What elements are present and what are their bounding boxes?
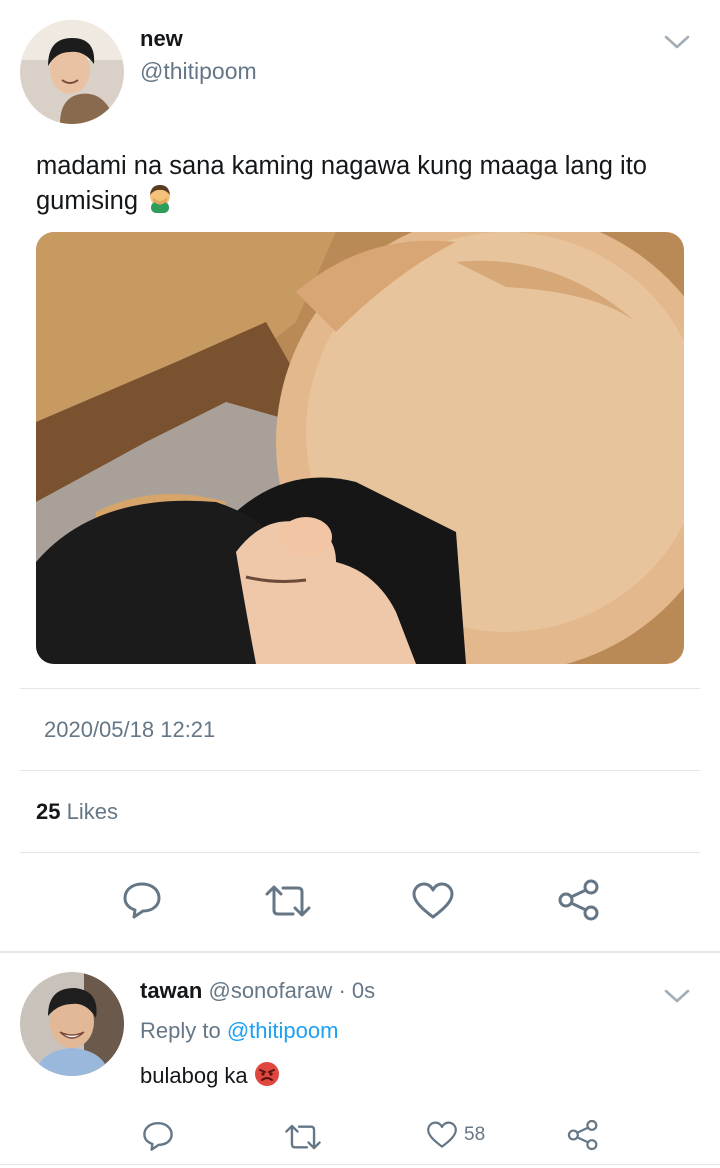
- retweet-button[interactable]: [263, 882, 313, 920]
- reply-retweet-button[interactable]: [283, 1122, 323, 1152]
- reply-author-handle[interactable]: @sonofaraw: [208, 978, 332, 1003]
- bottom-separator: [0, 1164, 720, 1165]
- divider: [20, 770, 700, 771]
- reply-author-name[interactable]: tawan: [140, 978, 202, 1003]
- chevron-down-icon[interactable]: [662, 32, 692, 57]
- man-facepalming-emoji: [145, 183, 175, 222]
- reply-like-button[interactable]: 58: [426, 1121, 485, 1149]
- likes-label: Likes: [66, 799, 118, 824]
- reply-text-content: bulabog ka: [140, 1062, 248, 1088]
- like-button[interactable]: [411, 882, 455, 920]
- reply-context: Reply to @thitipoom: [140, 1018, 338, 1044]
- reply-prefix: Reply to: [140, 1018, 221, 1043]
- reply-like-count: 58: [464, 1124, 486, 1145]
- reply-icon: [123, 882, 161, 919]
- reply-avatar[interactable]: [20, 972, 124, 1076]
- reply-reply-button[interactable]: [141, 1120, 175, 1152]
- author-name[interactable]: new: [140, 26, 183, 52]
- share-icon: [567, 1119, 598, 1151]
- divider: [20, 688, 700, 689]
- author-handle[interactable]: @thitipoom: [140, 58, 257, 85]
- reply-age: · 0s: [338, 978, 376, 1003]
- reply-icon: [143, 1122, 173, 1151]
- section-separator: [0, 951, 720, 953]
- retweet-icon: [265, 885, 311, 917]
- angry-face-emoji: [254, 1061, 280, 1093]
- reply-target-link[interactable]: @thitipoom: [227, 1018, 339, 1043]
- reply-button[interactable]: [121, 880, 163, 920]
- likes-number: 25: [36, 799, 61, 824]
- likes-count[interactable]: 25 Likes: [36, 799, 118, 825]
- heart-icon: [427, 1121, 457, 1148]
- heart-icon: [412, 882, 454, 919]
- tweet-text: madami na sana kaming nagawa kung maaga …: [36, 150, 696, 222]
- reply-text: bulabog ka: [140, 1061, 280, 1093]
- chevron-down-icon[interactable]: [662, 986, 692, 1011]
- main-tweet: new @thitipoom madami na sana kaming nag…: [0, 0, 720, 952]
- avatar[interactable]: [20, 20, 124, 124]
- tweet-photo[interactable]: [36, 232, 684, 664]
- retweet-icon: [285, 1124, 321, 1150]
- share-button[interactable]: [556, 878, 602, 922]
- tweet-timestamp: 2020/05/18 12:21: [44, 717, 216, 742]
- reply-author[interactable]: tawan @sonofaraw · 0s: [140, 978, 375, 1004]
- divider: [20, 852, 700, 853]
- reply-share-button[interactable]: [566, 1118, 600, 1152]
- tweet-text-content: madami na sana kaming nagawa kung maaga …: [36, 152, 647, 216]
- share-icon: [558, 879, 599, 921]
